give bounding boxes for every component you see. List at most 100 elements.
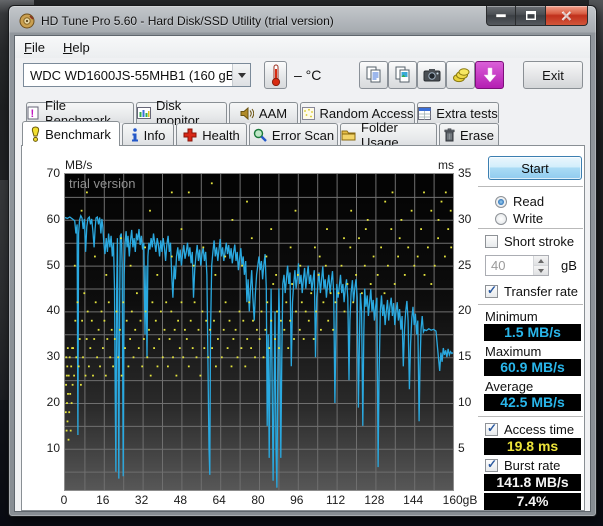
disk-monitor-icon [137,107,151,119]
separator [478,416,583,418]
capacity-unit-label: gB [561,258,577,273]
dropdown-arrow[interactable] [232,64,250,86]
read-radio-row[interactable]: Read [495,194,544,209]
stepper-up-button[interactable] [534,256,548,265]
maximum-label: Maximum [485,344,541,359]
copy-icon [365,66,383,84]
exit-button-label: Exit [542,68,564,83]
temperature-button[interactable] [264,61,287,89]
tab-aam[interactable]: AAM [229,102,298,123]
axis-tick-label: 40 [26,303,60,317]
short-stroke-row[interactable]: Short stroke [485,234,574,249]
write-radio-row[interactable]: Write [495,211,543,226]
maximum-value: 60.9 MB/s [484,359,581,376]
tab-erase[interactable]: Erase [439,123,499,146]
start-button[interactable]: Start [488,156,582,180]
stepper-down-button[interactable] [534,265,548,275]
folder-icon [341,129,356,141]
tab-label: Error Scan [272,128,334,143]
transfer-rate-row[interactable]: Transfer rate [485,284,578,299]
axis-tick-label: 60 [26,212,60,226]
minimum-value: 1.5 MB/s [484,324,581,341]
toolbar: WDC WD1600JS-55MHB1 (160 gB) – °C [15,58,590,98]
access-time-row[interactable]: Access time [485,422,574,437]
read-radio[interactable] [495,196,507,208]
burst-rate-row[interactable]: Burst rate [485,458,560,473]
menu-bar: File Help [15,36,590,58]
short-stroke-checkbox[interactable] [485,235,498,248]
short-stroke-label: Short stroke [504,234,574,249]
trash-icon [444,128,455,142]
download-icon [483,67,497,83]
separator [478,304,583,306]
copy-image-icon [394,66,412,84]
axis-tick-label: 10 [26,441,60,455]
plot-area [64,173,454,491]
plot-canvas [65,174,453,490]
axis-tick-label: 112 [316,493,356,507]
tab-health[interactable]: Health [176,123,247,146]
random-access-icon [302,107,315,120]
capacity-stepper[interactable]: 40 [485,255,549,276]
chevron-down-icon [238,73,246,78]
average-value: 42.5 MB/s [484,394,581,411]
axis-tick-label: 30 [26,349,60,363]
menu-file[interactable]: File [15,38,54,57]
tab-label: AAM [259,106,287,121]
temperature-value: – °C [294,67,321,83]
info-icon [131,128,139,142]
axis-tick-label: 20 [26,395,60,409]
access-time-label: Access time [504,422,574,437]
benchmark-controls-panel: Start Read Write Short stroke [477,146,586,512]
maximize-icon [526,11,536,20]
capacity-value: 40 [486,256,533,275]
benchmark-graph: MB/s ms trial version 706050403020103530… [22,146,477,512]
titlebar[interactable]: HD Tune Pro 5.60 - Hard Disk/SSD Utility… [9,6,596,35]
tab-folder-usage[interactable]: Folder Usage [340,123,437,146]
client-area: File Help WDC WD1600JS-55MHB1 (160 gB) –… [14,35,591,512]
axis-tick-label: 32 [122,493,162,507]
axis-tick-label: 16 [83,493,123,507]
chevron-up-icon [538,259,544,263]
left-axis-unit: MB/s [65,158,92,172]
exit-button[interactable]: Exit [523,61,583,89]
tab-label: Info [144,128,166,143]
axis-tick-label: 128 [354,493,394,507]
minimize-button[interactable] [486,6,516,26]
maximize-button[interactable] [516,6,546,26]
minimize-icon [496,14,506,18]
axis-tick-label: 64 [199,493,239,507]
tab-label: Health [202,128,240,143]
tab-info[interactable]: Info [122,123,174,146]
transfer-rate-checkbox[interactable] [485,285,498,298]
magnifier-icon [253,128,267,142]
tab-error-scan[interactable]: Error Scan [249,123,338,146]
window-title: HD Tune Pro 5.60 - Hard Disk/SSD Utility… [41,14,334,28]
close-button[interactable] [546,6,588,26]
write-radio[interactable] [495,213,507,225]
drive-select-value: WDC WD1600JS-55MHB1 (160 gB) [24,68,232,83]
burst-rate-label: Burst rate [504,458,560,473]
menu-help[interactable]: Help [54,38,99,57]
thermometer-icon [271,64,281,86]
axis-tick-label: 48 [160,493,200,507]
camera-icon [423,68,441,82]
access-time-checkbox[interactable] [485,423,498,436]
benchmark-tab-page: MB/s ms trial version 706050403020103530… [21,145,585,511]
access-time-value: 19.8 ms [484,438,581,455]
axis-tick-label: 70 [26,166,60,180]
tab-disk-monitor[interactable]: Disk monitor [136,102,227,123]
right-axis-unit: ms [422,158,454,172]
copy-text-button[interactable] [359,61,388,89]
svg-text:!: ! [31,108,35,120]
screenshot-button[interactable] [417,61,446,89]
tab-file-benchmark[interactable]: ! File Benchmark [26,102,134,123]
tab-control: ! File Benchmark Disk monitor AAM [21,102,586,512]
update-download-button[interactable] [475,61,504,89]
axis-tick-label: 0 [44,493,84,507]
copy-image-button[interactable] [388,61,417,89]
burst-rate-checkbox[interactable] [485,459,498,472]
drive-select-dropdown[interactable]: WDC WD1600JS-55MHB1 (160 gB) [23,63,251,87]
donate-button[interactable] [446,61,475,89]
tab-benchmark-active[interactable]: Benchmark [22,121,120,146]
